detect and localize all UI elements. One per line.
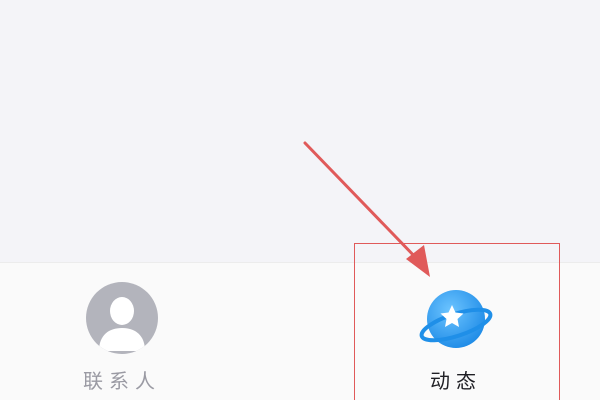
tab-contacts-label: 联系人 [83,369,161,393]
bottom-tab-bar: 联系人 动态 [0,262,600,400]
planet-star-icon [419,290,493,348]
person-silhouette-icon [86,282,158,354]
tab-contacts[interactable]: 联系人 [47,263,197,400]
tab-moments-label: 动态 [430,369,482,393]
app-screen: 联系人 动态 [0,0,600,400]
content-area [0,0,600,262]
tab-moments[interactable]: 动态 [381,263,531,400]
